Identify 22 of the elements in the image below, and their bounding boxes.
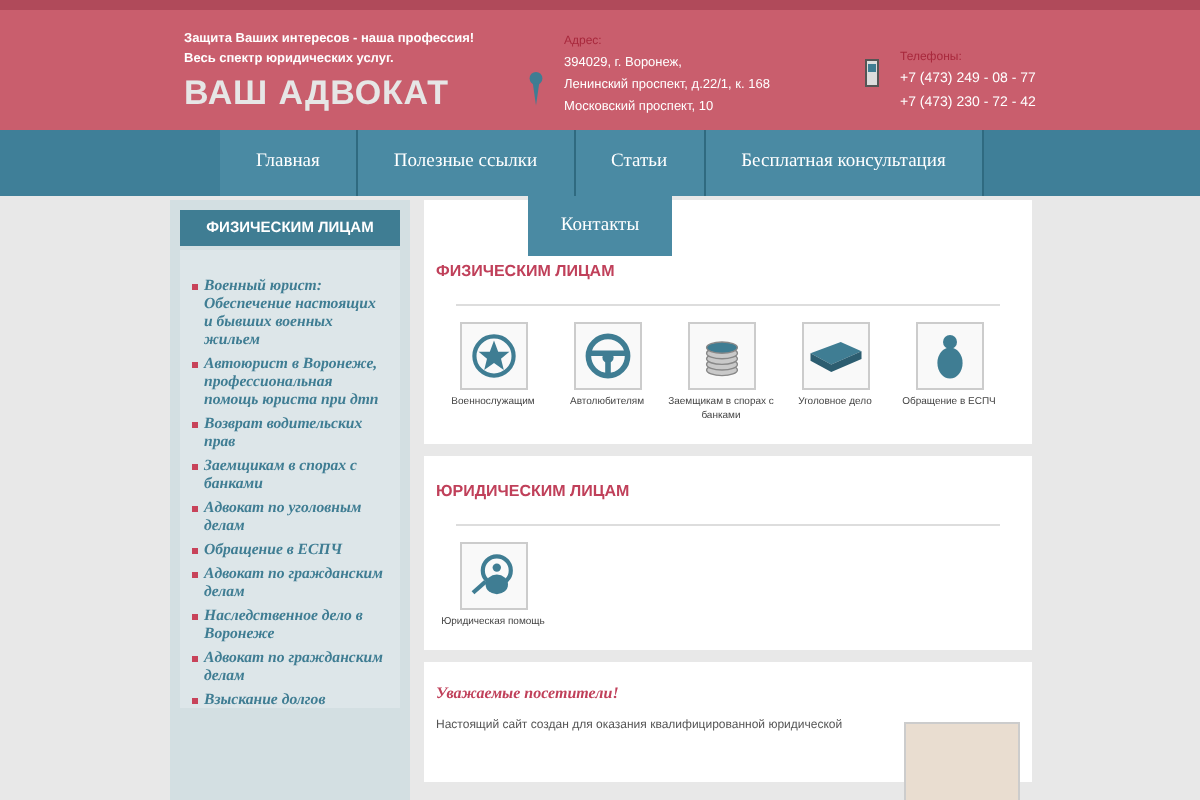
bullet-icon — [192, 698, 198, 704]
bullet-icon — [192, 464, 198, 470]
site-logo: ВАШ АДВОКАТ — [184, 72, 451, 116]
photo-placeholder — [904, 722, 1020, 800]
bullet-icon — [192, 506, 198, 512]
nav-link[interactable]: Контакты — [528, 196, 672, 256]
bullet-icon — [192, 422, 198, 428]
book-icon — [807, 339, 863, 373]
section-title: ЮРИДИЧЕСКИМ ЛИЦАМ — [436, 480, 632, 504]
nav-link[interactable]: Полезные ссылки — [357, 130, 576, 196]
nav-link[interactable]: Главная — [220, 130, 358, 196]
bullet-icon — [192, 362, 198, 368]
bullet-icon — [192, 572, 198, 578]
nav-link[interactable]: Бесплатная консультация — [705, 130, 984, 196]
section-title: ФИЗИЧЕСКИМ ЛИЦАМ — [436, 260, 617, 284]
bullet-icon — [192, 548, 198, 554]
nav-link[interactable]: Статьи — [575, 130, 706, 196]
bullet-icon — [192, 614, 198, 620]
bullet-icon — [192, 656, 198, 662]
bullet-icon — [192, 284, 198, 290]
welcome-title: Уважаемые посетители! — [436, 682, 621, 706]
mobile-phone-icon — [864, 54, 880, 90]
